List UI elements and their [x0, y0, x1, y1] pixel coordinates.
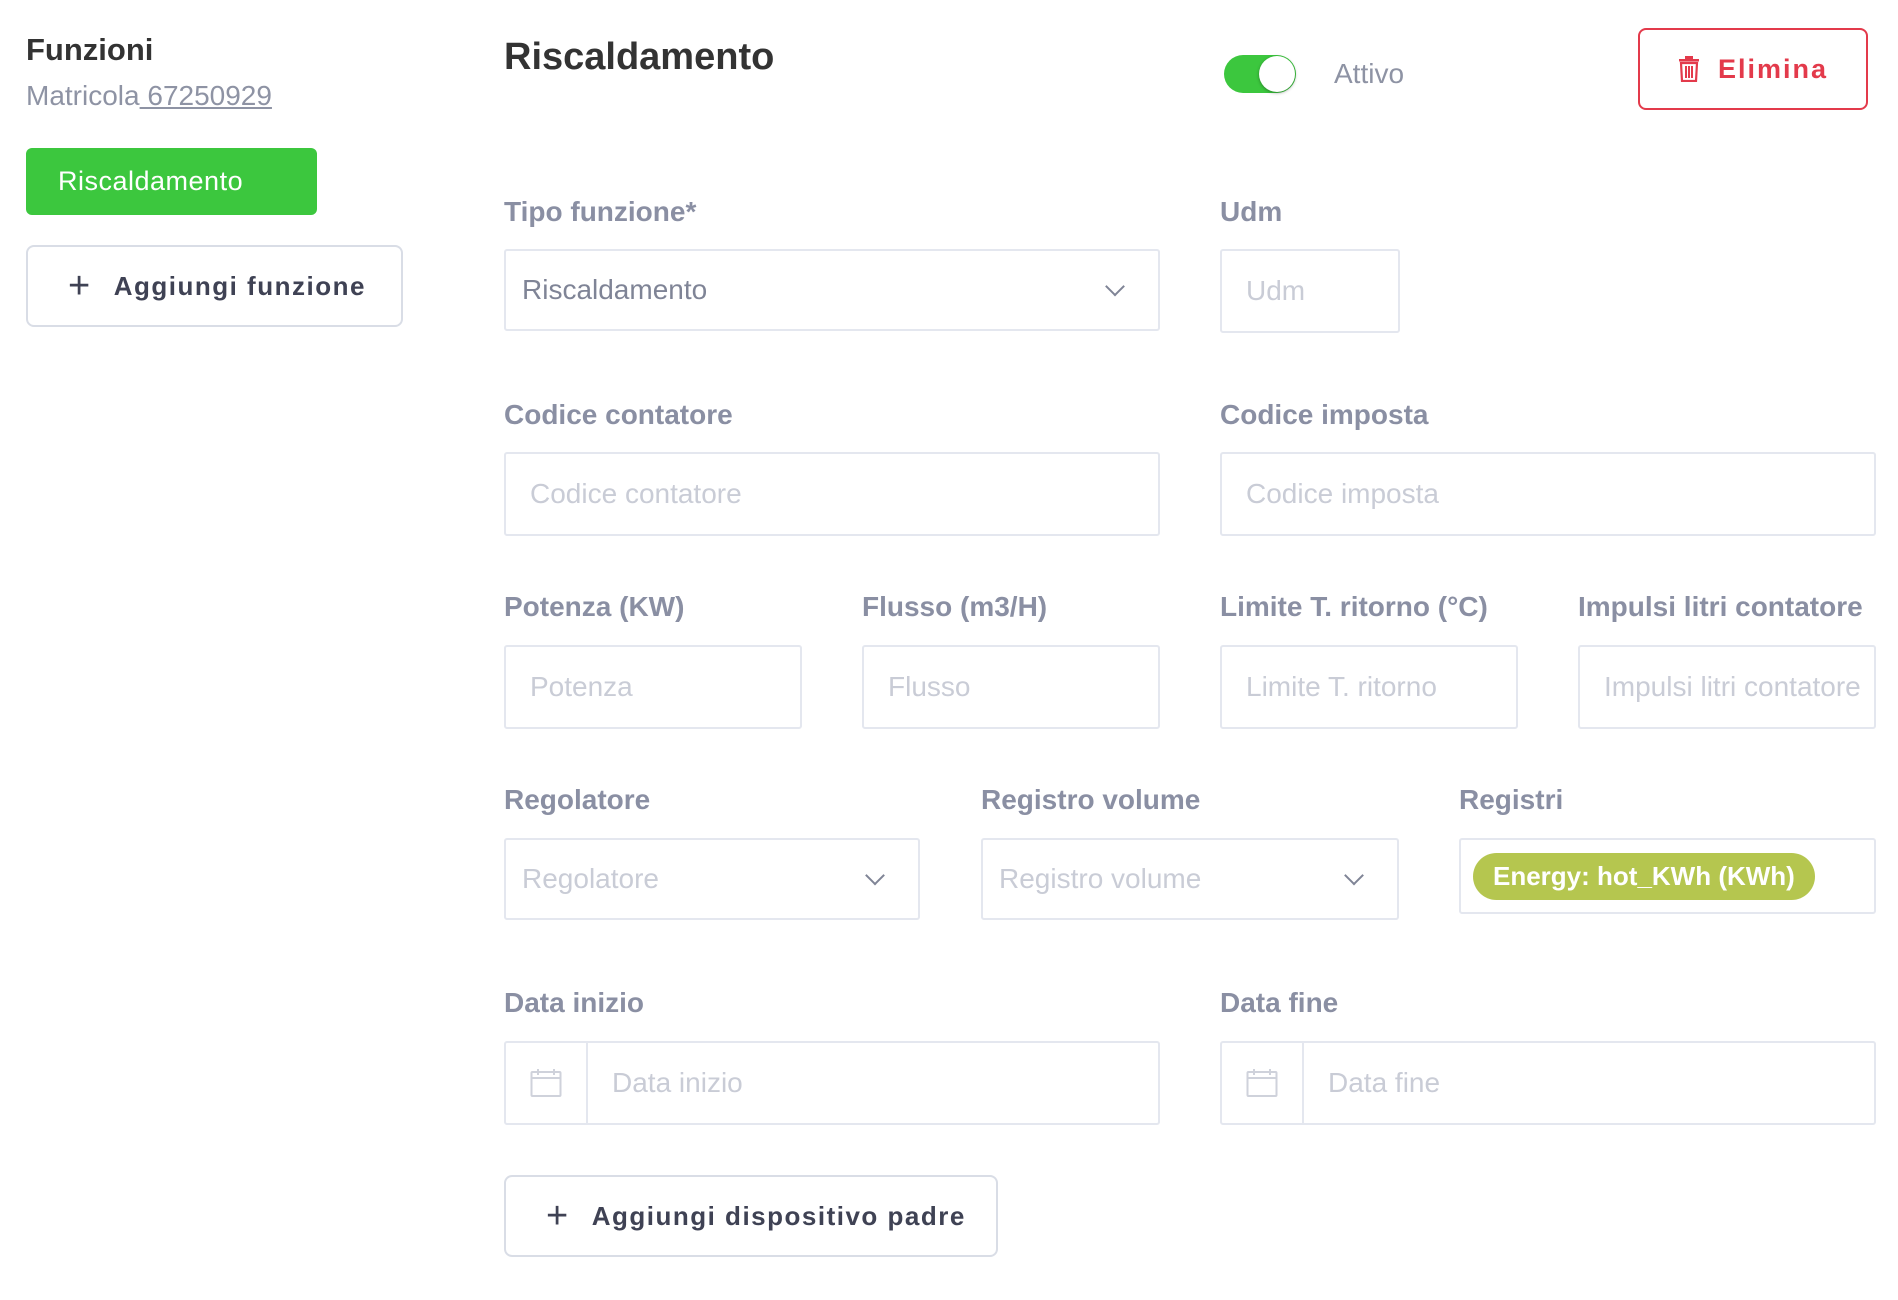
data-inizio-calendar[interactable] [506, 1043, 588, 1123]
active-toggle[interactable] [1224, 55, 1296, 93]
data-fine-label: Data fine [1220, 987, 1339, 1018]
flusso-placeholder: Flusso [888, 671, 971, 702]
codice-imposta-placeholder: Codice imposta [1246, 478, 1439, 509]
delete-label: Elimina [1717, 53, 1829, 84]
codice-imposta-input[interactable]: Codice imposta [1220, 452, 1876, 536]
udm-label: Udm [1220, 196, 1283, 227]
codice-contatore-placeholder: Codice contatore [530, 478, 742, 509]
chevron-down-icon [1105, 276, 1125, 297]
potenza-placeholder: Potenza [530, 671, 633, 702]
register-tag[interactable]: Energy: hot_KWh (KWh) [1473, 852, 1815, 900]
add-function-label: Aggiungi funzione [113, 270, 366, 301]
data-fine-input[interactable]: Data fine [1220, 1041, 1876, 1125]
regolatore-select[interactable]: Regolatore [504, 838, 920, 920]
registri-label: Registri [1459, 784, 1564, 815]
registro-volume-label: Registro volume [981, 784, 1201, 815]
codice-contatore-label: Codice contatore [504, 399, 733, 430]
regolatore-label: Regolatore [504, 784, 651, 815]
chevron-down-icon [865, 865, 885, 886]
add-function-button[interactable]: + Aggiungi funzione [26, 245, 403, 327]
plus-icon: + [68, 265, 92, 307]
page-title: Riscaldamento [504, 36, 775, 78]
plus-icon: + [546, 1195, 570, 1237]
potenza-label: Potenza (KW) [504, 591, 685, 622]
registro-volume-select[interactable]: Registro volume [981, 838, 1399, 920]
serial-link[interactable]: 67250929 [140, 80, 272, 111]
toggle-label: Attivo [1334, 58, 1405, 89]
impulsi-label: Impulsi litri contatore [1578, 591, 1863, 622]
limite-ritorno-input[interactable]: Limite T. ritorno [1220, 645, 1518, 729]
data-inizio-placeholder: Data inizio [612, 1067, 743, 1098]
flusso-input[interactable]: Flusso [862, 645, 1160, 729]
data-fine-placeholder: Data fine [1328, 1067, 1441, 1098]
data-fine-calendar[interactable] [1222, 1043, 1304, 1123]
udm-input[interactable]: Udm [1220, 249, 1400, 333]
chevron-down-icon [1344, 865, 1364, 886]
toggle-knob [1259, 56, 1295, 92]
impulsi-input[interactable]: Impulsi litri contatore [1578, 645, 1876, 729]
codice-contatore-input[interactable]: Codice contatore [504, 452, 1160, 536]
delete-button[interactable]: Elimina [1638, 28, 1868, 110]
limite-ritorno-placeholder: Limite T. ritorno [1246, 671, 1437, 702]
registri-multiselect[interactable]: Energy: hot_KWh (KWh) [1459, 838, 1876, 914]
tipo-funzione-value: Riscaldamento [522, 274, 708, 305]
udm-placeholder: Udm [1246, 275, 1306, 306]
codice-imposta-label: Codice imposta [1220, 399, 1429, 430]
sidebar-title: Funzioni [26, 32, 154, 67]
data-inizio-label: Data inizio [504, 987, 645, 1018]
add-parent-device-label: Aggiungi dispositivo padre [591, 1200, 966, 1231]
trash-icon [1678, 56, 1699, 82]
serial-number: Matricola 67250929 [26, 80, 272, 112]
regolatore-placeholder: Regolatore [522, 863, 659, 894]
tipo-funzione-label: Tipo funzione* [504, 196, 697, 227]
data-inizio-input[interactable]: Data inizio [504, 1041, 1160, 1125]
impulsi-placeholder: Impulsi litri contatore [1604, 671, 1861, 702]
flusso-label: Flusso (m3/H) [862, 591, 1048, 622]
sidebar-item-riscaldamento[interactable]: Riscaldamento [26, 148, 317, 215]
add-parent-device-button[interactable]: + Aggiungi dispositivo padre [504, 1175, 998, 1257]
potenza-input[interactable]: Potenza [504, 645, 802, 729]
calendar-icon [1246, 1069, 1278, 1097]
tipo-funzione-select[interactable]: Riscaldamento [504, 249, 1160, 331]
serial-label: Matricola [26, 80, 140, 111]
calendar-icon [530, 1069, 562, 1097]
registro-volume-placeholder: Registro volume [999, 863, 1202, 894]
limite-ritorno-label: Limite T. ritorno (°C) [1220, 591, 1488, 622]
